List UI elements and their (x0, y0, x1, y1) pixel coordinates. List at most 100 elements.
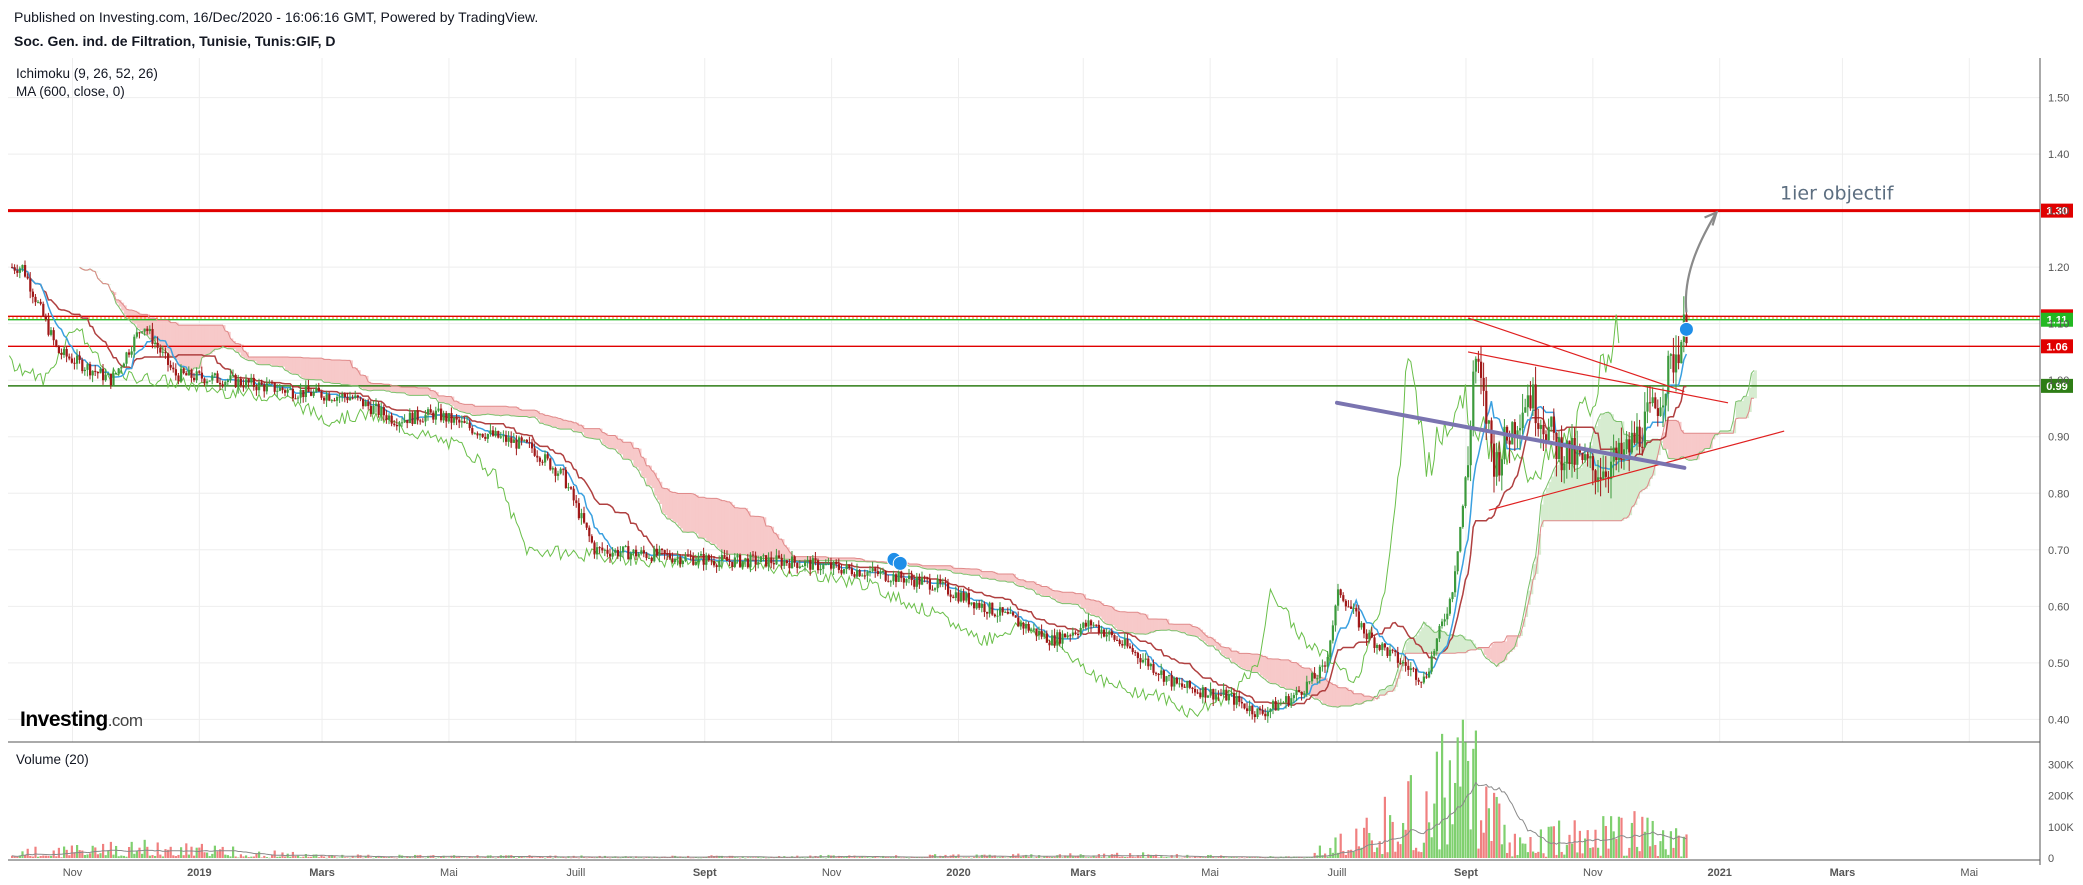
candle-body-621 (1625, 439, 1628, 450)
cloud-slice-238 (698, 497, 702, 538)
cloud-slice-259 (753, 516, 756, 557)
p-marker-1 (892, 555, 908, 571)
cloud-slice-546 (1499, 642, 1503, 664)
volume-bar-239 (632, 857, 635, 859)
candle-body-604 (1581, 452, 1584, 461)
volume-bar-429 (1126, 856, 1129, 858)
volume-bar-444 (1165, 856, 1168, 858)
volume-bar-343 (902, 857, 905, 859)
volume-bar-585 (1532, 851, 1535, 858)
cloud-slice-517 (1423, 622, 1427, 654)
volume-bar-486 (1274, 857, 1277, 859)
cloud-slice-531 (1460, 634, 1464, 653)
candle-body-183 (486, 434, 489, 439)
candle-body-289 (762, 555, 765, 557)
candle-body-176 (468, 422, 471, 429)
volume-bar-623 (1630, 822, 1633, 858)
x-tick-3: Mai (440, 867, 458, 879)
candle-body-519 (1360, 623, 1363, 628)
candle-body-490 (1285, 696, 1288, 703)
candle-body-493 (1292, 695, 1295, 699)
volume-bar-400 (1051, 857, 1054, 858)
volume-bar-637 (1667, 854, 1670, 858)
volume-bar-64 (177, 854, 180, 858)
candle-body-212 (562, 468, 565, 470)
cloud-slice-233 (685, 493, 689, 533)
cloud-slice-331 (940, 565, 944, 570)
candle-body-574 (1503, 426, 1506, 460)
volume-bar-337 (887, 857, 890, 858)
volume-bars (11, 719, 1688, 859)
candle-body-32 (94, 370, 97, 373)
candle-body-63 (174, 369, 177, 376)
x-tick-11: Sept (1454, 867, 1478, 879)
volume-bar-113 (304, 853, 307, 858)
candle-body-318 (837, 564, 840, 570)
candle-body-264 (697, 555, 700, 562)
candle-body-350 (921, 577, 924, 585)
volume-bar-641 (1677, 835, 1680, 858)
cloud-slice-547 (1501, 642, 1505, 663)
cloud-slice-455 (1262, 656, 1266, 678)
candle-body-355 (934, 588, 937, 590)
volume-bar-479 (1256, 857, 1259, 858)
candle-body-426 (1118, 640, 1121, 645)
cloud-slice-50 (209, 325, 213, 354)
candle-body-328 (863, 575, 866, 577)
cloud-slice-405 (1132, 612, 1136, 633)
cloud-slice-396 (1109, 606, 1113, 625)
volume-bar-92 (250, 856, 253, 858)
candle-body-552 (1446, 613, 1449, 620)
cloud-slice-454 (1260, 654, 1263, 676)
cloud-slice-105 (352, 367, 356, 386)
volume-bar-59 (164, 849, 167, 858)
volume-bar-369 (970, 857, 973, 859)
volume-bar-306 (806, 857, 809, 858)
volume-bar-636 (1664, 849, 1667, 858)
cloud-slice-261 (758, 516, 762, 558)
cloud-slice-69 (259, 356, 262, 365)
cloud-slice-103 (347, 360, 351, 385)
volume-bar-467 (1225, 857, 1228, 858)
cloud-slice-459 (1273, 658, 1276, 684)
volume-bar-565 (1480, 820, 1483, 858)
volume-bar-606 (1586, 830, 1589, 858)
candle-body-430 (1129, 646, 1132, 649)
candle-body-377 (991, 602, 994, 615)
candle-body-208 (551, 468, 554, 470)
candle-body-432 (1134, 651, 1137, 653)
candle-body-296 (780, 557, 783, 566)
candle-body-327 (861, 575, 864, 577)
candle-body-445 (1168, 675, 1171, 677)
candle-body-640 (1675, 354, 1678, 373)
volume-bar-111 (299, 857, 302, 858)
volume-bar-139 (372, 857, 375, 859)
candle-body-177 (471, 428, 474, 434)
volume-bar-583 (1526, 852, 1529, 858)
candle-body-642 (1680, 342, 1683, 364)
candle-body-545 (1428, 671, 1431, 678)
candle-body-127 (341, 393, 344, 397)
cloud-slice-149 (467, 404, 470, 414)
candle-body-238 (629, 553, 632, 560)
cloud-slice-227 (669, 491, 673, 520)
cloud-slice-344 (974, 568, 977, 576)
volume-bar-531 (1391, 821, 1394, 858)
candle-body-206 (546, 454, 549, 459)
candle-body-226 (598, 547, 601, 549)
volume-bar-492 (1290, 857, 1293, 859)
cloud-slice-82 (292, 357, 296, 375)
cloud-slice-429 (1195, 626, 1198, 637)
cloud-slice-578 (1582, 464, 1586, 521)
candle-body-637 (1667, 355, 1670, 394)
candle-body-135 (362, 398, 365, 407)
volume-bar-542 (1420, 852, 1423, 858)
cloud-slice-483 (1335, 684, 1339, 707)
volume-bar-439 (1152, 855, 1155, 858)
candle-body-172 (458, 419, 461, 423)
cloud-slice-330 (937, 565, 941, 570)
volume-bar-154 (411, 857, 414, 858)
candle-body-590 (1545, 434, 1548, 441)
candle-body-274 (723, 555, 726, 557)
cloud-slice-260 (755, 516, 759, 557)
